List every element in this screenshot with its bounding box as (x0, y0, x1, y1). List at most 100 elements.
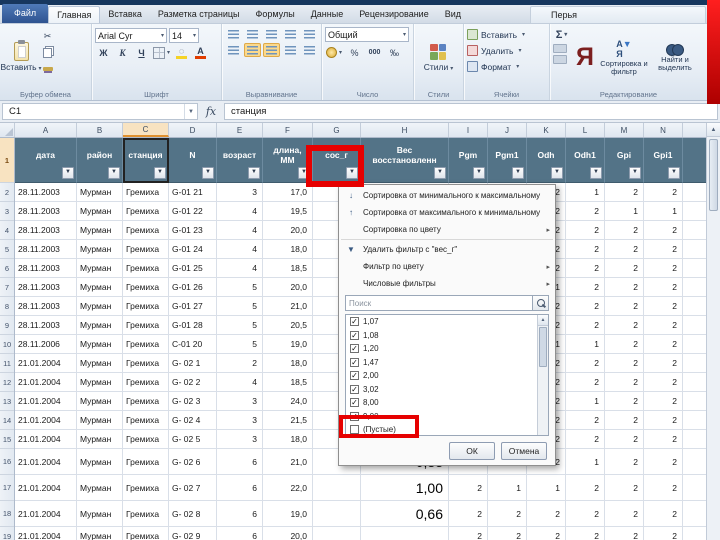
cell[interactable]: 2 (605, 259, 644, 278)
row-number-19[interactable]: 19 (0, 527, 14, 540)
cell[interactable] (683, 475, 707, 501)
currency-button[interactable]: ▾ (325, 45, 343, 60)
filter-search-input[interactable] (345, 295, 533, 311)
font-size-combo[interactable]: 14 ▾ (169, 28, 199, 43)
cell[interactable]: 21.01.2004 (15, 475, 77, 501)
header-cell-partial[interactable] (683, 138, 707, 183)
cell[interactable]: Гремиха (123, 183, 169, 202)
row-number-16[interactable]: 16 (0, 449, 14, 475)
align-center-button[interactable] (244, 43, 261, 57)
header-cell-K[interactable]: Odh ▼ (527, 138, 566, 183)
vertical-scrollbar[interactable]: ▲ (706, 123, 720, 540)
cell[interactable]: 2 (644, 316, 683, 335)
cell[interactable]: 21,5 (263, 411, 313, 430)
cell[interactable] (683, 297, 707, 316)
cell[interactable] (683, 316, 707, 335)
cell[interactable]: 2 (644, 392, 683, 411)
cell[interactable]: 1 (566, 449, 605, 475)
filter-value-item[interactable]: ✓ 2,00 (346, 369, 536, 383)
cell[interactable]: 4 (217, 221, 263, 240)
row-number-8[interactable]: 8 (0, 297, 14, 316)
number-format-combo[interactable]: Общий ▾ (325, 27, 409, 42)
align-middle-button[interactable] (244, 27, 261, 41)
cell[interactable]: 2 (566, 501, 605, 527)
copy-button[interactable] (39, 45, 56, 60)
cell[interactable]: G-01 24 (169, 240, 217, 259)
cell[interactable]: G-01 26 (169, 278, 217, 297)
name-box[interactable]: C1 ▼ (2, 103, 198, 120)
row-number-17[interactable]: 17 (0, 475, 14, 501)
cell[interactable]: 28.11.2003 (15, 278, 77, 297)
cell[interactable]: 21.01.2004 (15, 449, 77, 475)
cell[interactable]: 2 (605, 475, 644, 501)
cell[interactable]: Мурман (77, 475, 123, 501)
list-scrollbar[interactable]: ▲ (537, 315, 548, 435)
header-cell-H[interactable]: Вес восстановленн ▼ (361, 138, 449, 183)
paste-button[interactable]: Вставить ▾ (0, 27, 42, 88)
menu-sort-by-color[interactable]: Сортировка по цвету ▸ (339, 221, 555, 238)
cell[interactable]: Мурман (77, 373, 123, 392)
cell[interactable]: 2 (605, 501, 644, 527)
tab-Главная[interactable]: Главная (48, 6, 101, 23)
cell[interactable]: 21.01.2004 (15, 527, 77, 540)
orientation-button[interactable] (282, 27, 299, 41)
cell[interactable]: Гремиха (123, 354, 169, 373)
cell[interactable] (683, 430, 707, 449)
tab-addin[interactable]: Перья (530, 6, 706, 23)
cell[interactable]: 24,0 (263, 392, 313, 411)
cell[interactable]: 5 (217, 335, 263, 354)
insert-cells-button[interactable]: Вставить ▾ (467, 27, 546, 42)
checkbox-checked-icon[interactable]: ✓ (350, 357, 359, 367)
menu-number-filters[interactable]: Числовые фильтры ▸ (339, 275, 555, 292)
align-top-button[interactable] (225, 27, 242, 41)
header-cell-D[interactable]: N ▼ (169, 138, 217, 183)
column-letter-J[interactable]: J (488, 123, 527, 137)
cell[interactable] (683, 259, 707, 278)
cell[interactable]: 2 (527, 501, 566, 527)
cell[interactable]: 4 (217, 240, 263, 259)
wrap-text-button[interactable] (301, 27, 318, 41)
tab-Рецензирование[interactable]: Рецензирование (351, 6, 437, 23)
cell[interactable]: Гремиха (123, 501, 169, 527)
cell[interactable]: G-01 21 (169, 183, 217, 202)
column-letter-partial[interactable] (683, 123, 707, 137)
align-left-button[interactable] (225, 43, 242, 57)
underline-button[interactable]: Ч (133, 45, 150, 60)
tab-Файл[interactable]: Файл (2, 4, 49, 23)
header-cell-M[interactable]: Gpi ▼ (605, 138, 644, 183)
cell[interactable]: 2 (644, 373, 683, 392)
list-scrollbar-thumb[interactable] (539, 327, 547, 367)
tab-Данные[interactable]: Данные (303, 6, 352, 23)
cell[interactable] (313, 475, 361, 501)
cell[interactable]: G- 02 5 (169, 430, 217, 449)
row-number-12[interactable]: 12 (0, 373, 14, 392)
checkbox-checked-icon[interactable]: ✓ (350, 317, 359, 327)
cell[interactable]: 21.01.2004 (15, 501, 77, 527)
cell[interactable]: 2 (644, 335, 683, 354)
filter-dropdown-button[interactable]: ▼ (473, 167, 485, 179)
list-scroll-up-icon[interactable]: ▲ (538, 315, 548, 326)
menu-sort-descending[interactable]: ↑ Сортировка от максимального к минимальн… (339, 204, 555, 221)
row-number-18[interactable]: 18 (0, 501, 14, 527)
column-letter-D[interactable]: D (169, 123, 217, 137)
cell[interactable]: Гремиха (123, 240, 169, 259)
row-number-6[interactable]: 6 (0, 259, 14, 278)
clear-button[interactable] (553, 55, 567, 64)
format-painter-button[interactable] (39, 61, 56, 76)
row-number-14[interactable]: 14 (0, 411, 14, 430)
checkbox-checked-icon[interactable]: ✓ (350, 330, 359, 340)
cell[interactable]: Гремиха (123, 449, 169, 475)
row-number-9[interactable]: 9 (0, 316, 14, 335)
cell[interactable]: 1 (605, 202, 644, 221)
cell[interactable]: 2 (644, 430, 683, 449)
fill-color-button[interactable]: ◌ (173, 45, 190, 60)
checkbox-checked-icon[interactable]: ✓ (350, 398, 359, 408)
tab-Формулы[interactable]: Формулы (248, 6, 303, 23)
filter-dropdown-button[interactable]: ▼ (629, 167, 641, 179)
cell[interactable]: 2 (566, 354, 605, 373)
filter-dropdown-button[interactable]: ▼ (154, 167, 166, 179)
cell[interactable]: 3 (217, 430, 263, 449)
cell[interactable]: 19,0 (263, 501, 313, 527)
row-number-1[interactable]: 1 (0, 138, 14, 183)
cell[interactable]: Мурман (77, 259, 123, 278)
